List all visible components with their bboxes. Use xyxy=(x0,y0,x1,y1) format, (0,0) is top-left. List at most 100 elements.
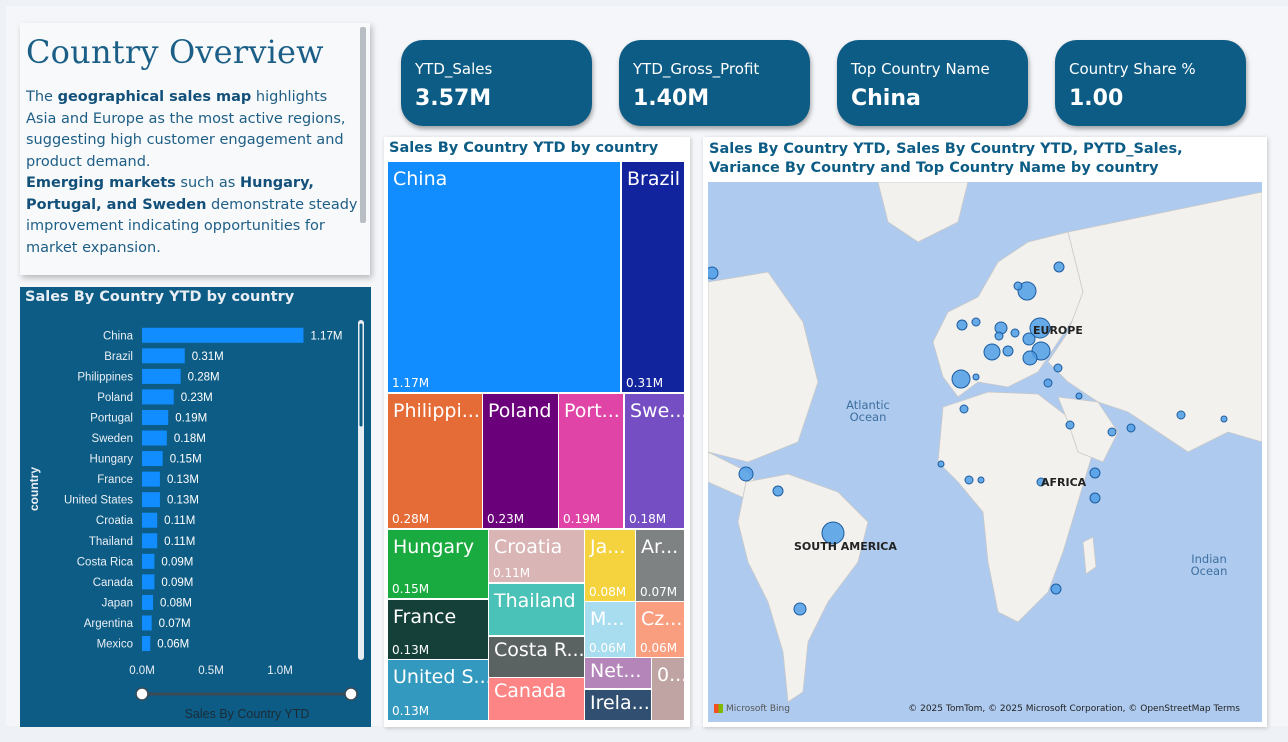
bar-argentina[interactable] xyxy=(142,615,152,631)
bing-logo: Microsoft Bing xyxy=(714,704,790,714)
bar-croatia[interactable] xyxy=(142,512,158,528)
treemap-tile-argentina[interactable]: Ar... 0.07M xyxy=(636,530,684,601)
bar-brazil[interactable] xyxy=(142,348,185,364)
map-label-africa: AFRICA xyxy=(1041,476,1087,489)
map-label-south-america: SOUTH AMERICA xyxy=(794,540,897,553)
kpi-value: China xyxy=(851,86,921,111)
bar-value-label: 0.07M xyxy=(159,618,191,630)
bar-poland[interactable] xyxy=(142,389,174,405)
kpi-value: 1.00 xyxy=(1069,86,1124,111)
treemap-tile-label: Hungary xyxy=(393,536,475,558)
kpi-card-top-country[interactable]: Top Country Name China xyxy=(837,40,1028,126)
bar-value-label: 0.13M xyxy=(167,495,199,507)
bar-category-label: United States xyxy=(64,495,133,507)
treemap-tile-label: United S... xyxy=(393,666,488,688)
treemap-tile-portugal[interactable]: Port... 0.19M xyxy=(559,394,623,528)
kpi-card-ytd-gross-profit[interactable]: YTD_Gross_Profit 1.40M xyxy=(619,40,810,126)
treemap-tile-croatia[interactable]: Croatia 0.11M xyxy=(489,530,584,582)
bar-category-label: Mexico xyxy=(97,639,133,651)
treemap-tile-label: M... xyxy=(590,608,625,630)
treemap-tile-label: France xyxy=(393,606,457,628)
treemap-tile-label: 0.... xyxy=(657,664,684,686)
treemap-tile-hungary[interactable]: Hungary 0.15M xyxy=(388,530,488,598)
bar-category-label: Hungary xyxy=(90,454,134,466)
north-america-shape xyxy=(708,271,819,463)
kpi-value: 3.57M xyxy=(415,86,492,111)
south-america-shape xyxy=(737,473,869,703)
treemap-tile-label: Cz... xyxy=(641,608,683,630)
treemap-tile-china[interactable]: China 1.17M xyxy=(388,162,620,392)
map-panel[interactable]: Sales By Country YTD, Sales By Country Y… xyxy=(703,137,1267,727)
bar-sweden[interactable] xyxy=(142,430,167,446)
treemap-tile-sweden[interactable]: Swe... 0.18M xyxy=(625,394,684,528)
bar-category-label: Philippines xyxy=(77,371,133,383)
bar-value-label: 0.11M xyxy=(164,536,195,548)
treemap-tile-thailand[interactable]: Thailand xyxy=(489,584,584,635)
kpi-card-country-share[interactable]: Country Share % 1.00 xyxy=(1055,40,1246,126)
bar-japan[interactable] xyxy=(142,594,154,610)
treemap-tile-poland[interactable]: Poland 0.23M xyxy=(483,394,558,528)
treemap-tile-philippines[interactable]: Philippi... 0.28M xyxy=(388,394,482,528)
range-slider-end-handle[interactable] xyxy=(344,687,358,701)
treemap-tile-value: 0.28M xyxy=(392,512,430,526)
treemap-title: Sales By Country YTD by country xyxy=(389,140,659,156)
bar-value-label: 0.19M xyxy=(175,412,207,424)
treemap-tile-label: Canada xyxy=(494,680,567,702)
treemap-tile-value: 0.13M xyxy=(392,643,430,657)
bar-value-label: 0.09M xyxy=(161,577,193,589)
kpi-label: YTD_Sales xyxy=(415,60,493,78)
treemap-tile-value: 0.13M xyxy=(392,704,430,718)
bar-hungary[interactable] xyxy=(142,451,163,467)
treemap-tile-value: 1.17M xyxy=(392,376,430,390)
map-label-europe: EUROPE xyxy=(1033,324,1083,337)
treemap-tile-label: Poland xyxy=(488,400,552,422)
treemap-tile-value: 0.11M xyxy=(493,566,531,580)
treemap-tile-costa-rica[interactable]: Costa R... xyxy=(489,637,584,677)
bar-portugal[interactable] xyxy=(142,409,169,425)
bar-value-label: 0.18M xyxy=(174,433,206,445)
treemap-tile-label: Croatia xyxy=(494,536,563,558)
bar-category-label: Thailand xyxy=(89,536,133,548)
bar-mexico[interactable] xyxy=(142,636,151,652)
bar-united-states[interactable] xyxy=(142,492,160,508)
world-map[interactable]: EUROPE AFRICA SOUTH AMERICA Atlantic Oce… xyxy=(708,182,1262,722)
treemap-tile-czechia[interactable]: Cz... 0.06M xyxy=(636,602,684,657)
treemap-tile-canada[interactable]: Canada xyxy=(489,678,584,720)
overview-paragraph-2: Emerging markets such as Hungary, Portug… xyxy=(26,175,358,256)
bar-value-label: 1.17M xyxy=(310,330,342,342)
treemap-tile-label: Swe... xyxy=(630,400,684,422)
map-title: Sales By Country YTD, Sales By Country Y… xyxy=(709,141,1183,176)
scroll-thumb[interactable] xyxy=(358,322,364,428)
bar-philippines[interactable] xyxy=(142,368,181,384)
bar-value-label: 0.23M xyxy=(181,392,213,404)
range-slider-start-handle[interactable] xyxy=(135,687,149,701)
bar-canada[interactable] xyxy=(142,574,155,590)
bar-category-label: Costa Rica xyxy=(77,556,134,568)
treemap-tile-united-states[interactable]: United S... 0.13M xyxy=(388,660,488,720)
treemap-tile-netherlands[interactable]: Net... xyxy=(585,658,651,688)
map-label-indian: Indian Ocean xyxy=(1190,552,1228,578)
treemap-tile-label: China xyxy=(393,168,448,190)
treemap-tile-other[interactable]: 0.... xyxy=(652,658,684,720)
treemap-tile-ireland[interactable]: Irela... xyxy=(585,690,651,720)
bar-costa-rica[interactable] xyxy=(142,553,155,569)
bar-france[interactable] xyxy=(142,471,160,487)
treemap-tile-value: 0.18M xyxy=(629,512,667,526)
bar-category-label: Japan xyxy=(102,597,133,609)
kpi-card-ytd-sales[interactable]: YTD_Sales 3.57M xyxy=(401,40,592,126)
x-tick-label: 0.0M xyxy=(129,665,155,677)
bar-chart-panel[interactable]: Sales By Country YTD by country China 1.1… xyxy=(20,287,371,727)
y-axis-label: country xyxy=(27,467,41,511)
treemap-tile-france[interactable]: France 0.13M xyxy=(388,600,488,659)
bar-value-label: 0.28M xyxy=(188,371,220,383)
treemap-panel[interactable]: Sales By Country YTD by country China 1.1… xyxy=(384,137,690,727)
map-label-atlantic: Atlantic Ocean xyxy=(846,398,890,424)
bar-thailand[interactable] xyxy=(142,533,158,549)
kpi-label: YTD_Gross_Profit xyxy=(633,60,760,78)
text-scrollbar[interactable] xyxy=(360,27,366,223)
map-copyright[interactable]: © 2025 TomTom, © 2025 Microsoft Corporat… xyxy=(908,704,1240,714)
treemap-tile-mexico[interactable]: M... 0.06M xyxy=(585,602,635,657)
bar-china[interactable] xyxy=(142,327,304,343)
treemap-tile-japan[interactable]: Ja... 0.08M xyxy=(585,530,635,601)
treemap-tile-brazil[interactable]: Brazil 0.31M xyxy=(622,162,684,392)
